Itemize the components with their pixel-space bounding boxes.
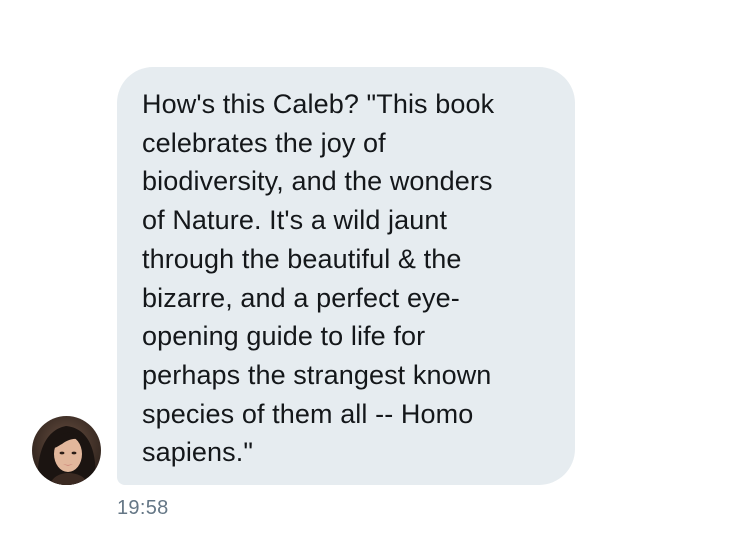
message-bubble[interactable]: How's this Caleb? "This book celebrates … xyxy=(117,67,575,485)
message-thread: How's this Caleb? "This book celebrates … xyxy=(0,0,750,551)
message-timestamp: 19:58 xyxy=(117,497,169,519)
avatar-photo-icon xyxy=(32,416,101,485)
sender-avatar[interactable] xyxy=(32,416,101,485)
message-text: How's this Caleb? "This book celebrates … xyxy=(142,89,495,468)
